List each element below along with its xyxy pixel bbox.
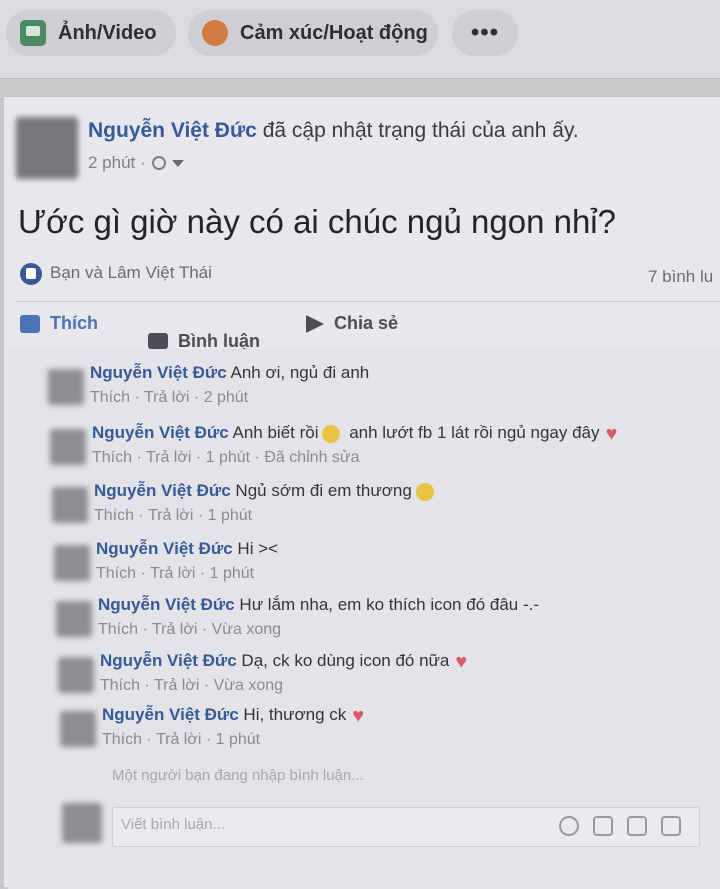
list-item: Nguyễn Việt Đức Hi >< Thích · Trả lời · …	[8, 539, 718, 595]
avatar	[62, 803, 102, 843]
comment-author[interactable]: Nguyễn Việt Đức	[98, 595, 235, 614]
comment-meta[interactable]: Thích · Trả lời · 1 phút	[96, 565, 254, 583]
comment-text: Nguyễn Việt Đức Hư lắm nha, em ko thích …	[98, 595, 539, 615]
divider	[16, 301, 720, 302]
comment-text: Nguyễn Việt Đức Hi ><	[96, 539, 278, 559]
comment-author[interactable]: Nguyễn Việt Đức	[100, 651, 237, 670]
post-status-text: Ước gì giờ này có ai chúc ngủ ngon nhỉ?	[18, 203, 616, 240]
comment-text: Nguyễn Việt Đức Dạ, ck ko dùng icon đó n…	[100, 650, 473, 673]
post-time[interactable]: 2 phút ·	[88, 153, 146, 173]
comment-author[interactable]: Nguyễn Việt Đức	[90, 363, 227, 382]
comment-text: Nguyễn Việt Đức Ngủ sớm đi em thương	[94, 481, 438, 501]
composer-tools	[559, 816, 681, 836]
grin-emoji-icon	[322, 424, 341, 443]
comment-body: Ngủ sớm đi em thương	[230, 481, 412, 500]
photo-video-button[interactable]: Ảnh/Video	[6, 10, 176, 56]
share-button[interactable]: Chia sẻ	[306, 313, 398, 334]
comment-input[interactable]: Viết bình luận...	[112, 807, 700, 847]
heart-icon: ♥	[605, 422, 618, 445]
author-link[interactable]: Nguyễn Việt Đức	[88, 119, 257, 142]
reactions-summary: Bạn và Lâm Việt Thái 7 bình lu	[20, 261, 720, 291]
comment-author[interactable]: Nguyễn Việt Đức	[102, 705, 239, 724]
typing-indicator: Một người bạn đang nhập bình luận...	[112, 767, 364, 784]
heart-icon: ♥	[352, 704, 365, 727]
avatar[interactable]	[58, 657, 94, 693]
list-item: Nguyễn Việt Đức Hư lắm nha, em ko thích …	[8, 595, 718, 651]
avatar[interactable]	[48, 369, 84, 405]
feeling-activity-button[interactable]: Cảm xúc/Hoạt động	[188, 10, 438, 56]
comment-body: Hi ><	[232, 539, 279, 558]
post-meta: 2 phút ·	[88, 153, 184, 173]
emoji-icon[interactable]	[559, 816, 579, 836]
heart-icon: ♥	[455, 650, 468, 673]
avatar[interactable]	[56, 601, 92, 637]
comment-body-continued: anh lướt fb 1 lát rồi ngủ ngay đây	[344, 423, 600, 442]
post-header: Nguyễn Việt Đức đã cập nhật trạng thái c…	[88, 119, 579, 143]
list-item: Nguyễn Việt Đức Anh biết rồi anh lướt fb…	[8, 423, 718, 479]
comment-meta[interactable]: Thích · Trả lời · 1 phút · Đã chỉnh sửa	[92, 449, 360, 467]
smiley-icon	[202, 20, 228, 46]
gif-icon[interactable]	[627, 816, 647, 836]
post-card: Nguyễn Việt Đức đã cập nhật trạng thái c…	[4, 96, 720, 889]
likes-text[interactable]: Bạn và Lâm Việt Thái	[50, 263, 212, 283]
comment-author[interactable]: Nguyễn Việt Đức	[94, 481, 231, 500]
camera-icon[interactable]	[593, 816, 613, 836]
comment-text: Nguyễn Việt Đức Anh ơi, ngủ đi anh	[90, 363, 369, 383]
comment-meta[interactable]: Thích · Trả lời · Vừa xong	[100, 677, 283, 695]
comment-author[interactable]: Nguyễn Việt Đức	[96, 539, 233, 558]
composer-toolbar: Ảnh/Video Cảm xúc/Hoạt động •••	[0, 0, 720, 79]
list-item: Nguyễn Việt Đức Hi, thương ck ♥ Thích · T…	[8, 705, 718, 761]
comments-count[interactable]: 7 bình lu	[648, 267, 713, 287]
share-arrow-icon	[306, 314, 324, 333]
chevron-down-icon[interactable]	[171, 159, 184, 167]
photo-video-label: Ảnh/Video	[58, 21, 157, 44]
kiss-emoji-icon	[415, 482, 434, 501]
list-item: Nguyễn Việt Đức Anh ơi, ngủ đi anh Thích…	[8, 363, 718, 419]
globe-icon	[151, 156, 166, 170]
comment-text: Nguyễn Việt Đức Hi, thương ck ♥	[102, 704, 370, 727]
avatar[interactable]	[60, 711, 96, 747]
comment-meta[interactable]: Thích · Trả lời · 2 phút	[90, 389, 248, 407]
comment-composer: Viết bình luận...	[8, 797, 720, 867]
feeling-activity-label: Cảm xúc/Hoạt động	[240, 21, 428, 44]
comment-text: Nguyễn Việt Đức Anh biết rồi anh lướt fb…	[92, 422, 624, 445]
photo-icon	[20, 20, 46, 46]
like-badge-icon	[20, 263, 42, 285]
comment-meta[interactable]: Thích · Trả lời · 1 phút	[94, 507, 252, 525]
like-button[interactable]: Thích	[20, 313, 98, 334]
comment-meta[interactable]: Thích · Trả lời · 1 phút	[102, 731, 260, 749]
list-item: Nguyễn Việt Đức Ngủ sớm đi em thương Thí…	[8, 481, 718, 537]
comment-bubble-icon	[148, 333, 168, 349]
avatar[interactable]	[16, 117, 78, 179]
comment-meta[interactable]: Thích · Trả lời · Vừa xong	[98, 621, 281, 639]
list-item: Nguyễn Việt Đức Dạ, ck ko dùng icon đó n…	[8, 651, 718, 707]
comment-body: Dạ, ck ko dùng icon đó nữa	[236, 651, 450, 670]
comment-body: Hi, thương ck	[238, 705, 347, 724]
share-label: Chia sẻ	[334, 313, 399, 333]
sticker-icon[interactable]	[661, 816, 681, 836]
avatar[interactable]	[54, 545, 90, 581]
comment-input-placeholder: Viết bình luận...	[121, 816, 225, 833]
like-label: Thích	[50, 313, 98, 333]
comment-body: Anh ơi, ngủ đi anh	[226, 363, 370, 382]
more-dots-icon: •••	[470, 19, 500, 46]
avatar[interactable]	[52, 487, 88, 523]
comment-body: Hư lắm nha, em ko thích icon đó đâu -.-	[234, 595, 540, 614]
comment-author[interactable]: Nguyễn Việt Đức	[92, 423, 229, 442]
post-action-text: đã cập nhật trạng thái của anh ấy.	[256, 119, 579, 142]
comment-body: Anh biết rồi	[228, 423, 319, 442]
avatar[interactable]	[50, 429, 86, 465]
thumbs-up-icon	[20, 314, 40, 333]
more-options-button[interactable]: •••	[452, 10, 518, 56]
post-actions: Thích Bình luận Chia sẻ	[20, 313, 720, 351]
